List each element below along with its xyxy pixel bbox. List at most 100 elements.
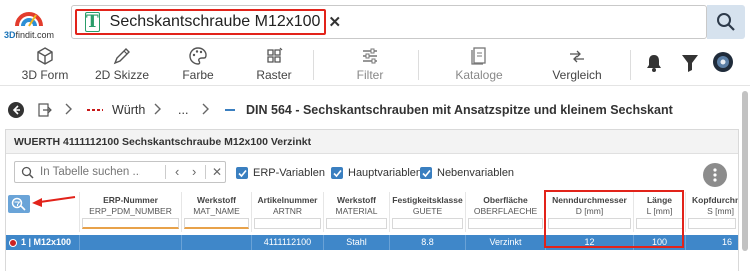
- tool-raster[interactable]: Raster: [254, 46, 294, 84]
- cell-festigkeitsklasse: 8.8: [389, 235, 465, 250]
- chevron-left-icon[interactable]: ‹: [175, 164, 179, 179]
- top-bar: 3Dfindit.com T Sechskantschraube M12x100…: [0, 0, 750, 44]
- checkbox-checked-icon: [331, 167, 343, 179]
- column-header-artikelnummer[interactable]: Artikelnummer ARTNR: [251, 192, 323, 232]
- cell-nenndurchmesser: 12: [545, 235, 633, 250]
- column-filter-input[interactable]: [326, 218, 387, 229]
- breadcrumb-item-wuerth[interactable]: Würth: [86, 103, 145, 117]
- column-subtitle: GUETE: [412, 206, 443, 216]
- tool-vergleich[interactable]: Vergleich: [551, 46, 603, 84]
- toolbar-divider: [630, 50, 631, 80]
- tool-label: Farbe: [182, 68, 214, 82]
- cell-werkstoff: [181, 235, 251, 250]
- variant-table: ERP-Nummer ERP_PDM_NUMBER Werkstoff MAT_…: [6, 192, 738, 272]
- search-button[interactable]: [707, 5, 745, 39]
- column-filter-input[interactable]: [184, 218, 249, 229]
- breadcrumb-label: Würth: [112, 103, 146, 117]
- cube-icon: [35, 46, 55, 66]
- cell-erp-nummer: [79, 235, 181, 250]
- funnel-icon: [682, 55, 698, 72]
- tool-2d-skizze[interactable]: 2D Skizze: [93, 46, 151, 84]
- breadcrumb: Würth ... DIN 564 - Sechskantschrauben m…: [0, 95, 750, 125]
- checkbox-erp-variablen[interactable]: ERP-Variablen: [236, 167, 325, 179]
- breadcrumb-current: DIN 564 - Sechskantschrauben mit Ansatzs…: [224, 103, 673, 117]
- column-subtitle: MAT_NAME: [193, 206, 240, 216]
- close-icon[interactable]: ✕: [328, 13, 341, 31]
- tool-label: Kataloge: [455, 68, 503, 82]
- column-subtitle: S [mm]: [707, 206, 734, 216]
- exit-icon: [38, 103, 52, 117]
- search-query: Sechskantschraube M12x100: [109, 13, 321, 30]
- clear-icon[interactable]: ✕: [212, 165, 222, 179]
- tool-filter[interactable]: Filter: [352, 46, 388, 84]
- column-header-werkstoff[interactable]: Werkstoff MAT_NAME: [181, 192, 251, 232]
- cell-oberflaeche: Verzinkt: [465, 235, 545, 250]
- column-title: Festigkeitsklasse: [392, 195, 463, 205]
- sketch-icon: [112, 46, 132, 66]
- column-title: Oberfläche: [483, 195, 528, 205]
- column-header-kopfdurchmesser[interactable]: Kopfdurchm S [mm]: [685, 192, 738, 232]
- column-filter-input[interactable]: [636, 218, 683, 229]
- cell-laenge: 100: [633, 235, 685, 250]
- logo[interactable]: 3Dfindit.com: [4, 6, 66, 40]
- search-icon: [21, 166, 34, 179]
- tool-label: 3D Form: [21, 68, 69, 82]
- back-button[interactable]: [8, 102, 24, 118]
- column-subtitle: D [mm]: [575, 206, 604, 216]
- raster-icon: [264, 46, 284, 66]
- column-header-nenndurchmesser[interactable]: Nenndurchmesser D [mm]: [545, 192, 633, 232]
- compare-icon: [567, 46, 587, 66]
- search-icon: [717, 13, 735, 31]
- chevron-right-icon[interactable]: ›: [192, 164, 196, 179]
- cell-artikelnummer: 4111112100: [251, 235, 323, 250]
- column-filter-input[interactable]: [468, 218, 543, 229]
- cell-material: Stahl: [323, 235, 389, 250]
- column-subtitle: L [mm]: [646, 206, 673, 216]
- tool-kataloge[interactable]: Kataloge: [453, 46, 505, 84]
- checkbox-hauptvariablen[interactable]: Hauptvariablen: [331, 167, 422, 179]
- more-options-button[interactable]: [703, 163, 727, 187]
- palette-icon: [188, 46, 208, 66]
- tool-3d-form[interactable]: 3D Form: [22, 46, 68, 84]
- checkbox-nebenvariablen[interactable]: Nebenvariablen: [420, 167, 514, 179]
- breadcrumb-label: ...: [178, 103, 189, 117]
- column-header-material[interactable]: Werkstoff MATERIAL: [323, 192, 389, 232]
- column-filter-input[interactable]: [392, 218, 463, 229]
- column-filter-button[interactable]: [8, 195, 30, 213]
- chevron-right-icon: [154, 102, 162, 116]
- column-filter-input[interactable]: [254, 218, 321, 229]
- column-filter-input[interactable]: [548, 218, 631, 229]
- column-title: Länge: [646, 195, 673, 205]
- column-subtitle: OBERFLAECHE: [473, 206, 538, 216]
- tool-farbe[interactable]: Farbe: [178, 46, 218, 84]
- divider: [165, 165, 166, 179]
- tool-label: Filter: [356, 68, 384, 82]
- column-header-erp-nummer[interactable]: ERP-Nummer ERP_PDM_NUMBER: [79, 192, 181, 232]
- text-T-icon: T: [85, 12, 100, 32]
- user-avatar[interactable]: [712, 51, 734, 89]
- toolbar-divider: [418, 50, 419, 80]
- home-button[interactable]: [38, 103, 52, 117]
- column-header-oberflaeche[interactable]: Oberfläche OBERFLAECHE: [465, 192, 545, 232]
- column-filter-input[interactable]: [688, 218, 736, 229]
- column-subtitle: MATERIAL: [335, 206, 378, 216]
- filter-funnel-button[interactable]: [679, 53, 701, 91]
- row-label-text: 1 | M12x100: [21, 237, 72, 247]
- sliders-icon: [360, 46, 380, 66]
- checkbox-checked-icon: [236, 167, 248, 179]
- table-row[interactable]: 1 | M12x100 4111112100 Stahl 8.8 Verzink…: [6, 235, 738, 250]
- table-search-input[interactable]: [40, 166, 140, 178]
- bell-icon: [647, 55, 661, 72]
- column-header-laenge[interactable]: Länge L [mm]: [633, 192, 685, 232]
- breadcrumb-ellipsis[interactable]: ...: [178, 103, 188, 117]
- search-chip[interactable]: T Sechskantschraube M12x100 ✕: [75, 9, 341, 35]
- search-bar[interactable]: T Sechskantschraube M12x100 ✕: [71, 5, 707, 39]
- cell-kopfdurchmesser: 16: [685, 235, 738, 250]
- column-subtitle: ARTNR: [272, 206, 303, 216]
- column-header-festigkeitsklasse[interactable]: Festigkeitsklasse GUETE: [389, 192, 465, 232]
- table-search[interactable]: ‹ › ✕: [14, 161, 226, 183]
- toolbar-divider: [313, 50, 314, 80]
- notifications-button[interactable]: [643, 53, 665, 91]
- checkbox-label: Nebenvariablen: [437, 167, 515, 179]
- column-filter-input[interactable]: [82, 218, 179, 229]
